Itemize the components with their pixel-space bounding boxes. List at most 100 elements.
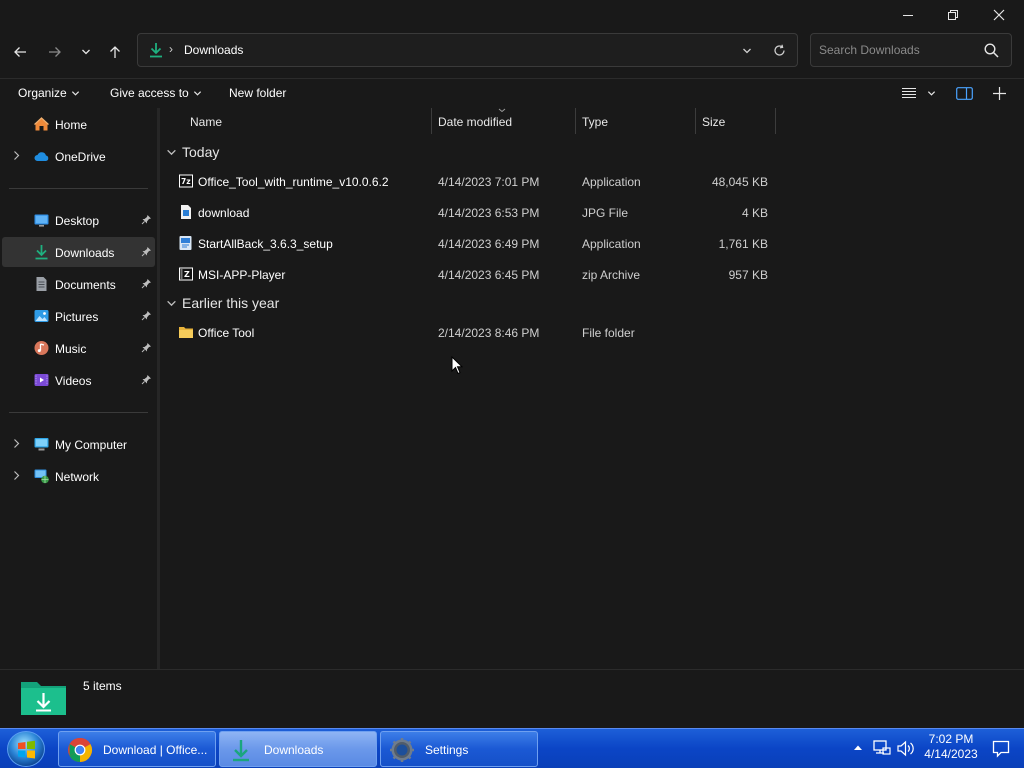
network-tray-icon[interactable] bbox=[873, 740, 891, 757]
minimize-button[interactable] bbox=[885, 0, 931, 30]
up-button[interactable] bbox=[101, 38, 129, 66]
file-name: Office_Tool_with_runtime_v10.0.6.2 bbox=[198, 175, 389, 189]
windows-logo-icon bbox=[18, 740, 35, 759]
clock[interactable]: 7:02 PM 4/14/2023 bbox=[920, 732, 982, 762]
file-date: 4/14/2023 7:01 PM bbox=[438, 175, 540, 189]
pin-icon[interactable] bbox=[141, 246, 152, 257]
sidebar-item-music[interactable]: Music bbox=[2, 333, 155, 363]
sidebar-item-documents[interactable]: Documents bbox=[2, 269, 155, 299]
recent-locations-button[interactable] bbox=[72, 38, 100, 66]
sidebar-item-label: Music bbox=[55, 342, 87, 356]
chevron-down-icon[interactable] bbox=[742, 46, 752, 56]
file-name: download bbox=[198, 206, 250, 220]
taskbar-button-chrome[interactable]: Download | Office... bbox=[58, 731, 216, 767]
volume-icon[interactable] bbox=[897, 740, 916, 757]
cloud-icon bbox=[34, 152, 49, 161]
chevron-right-icon[interactable] bbox=[12, 470, 21, 481]
sidebar-item-videos[interactable]: Videos bbox=[2, 365, 155, 395]
chevron-right-icon[interactable] bbox=[12, 150, 21, 161]
preview-pane-button[interactable] bbox=[956, 87, 973, 100]
column-divider[interactable] bbox=[775, 108, 776, 134]
sidebar-item-desktop[interactable]: Desktop bbox=[2, 205, 155, 235]
preview-pane-icon bbox=[956, 87, 973, 100]
start-button[interactable] bbox=[7, 731, 45, 767]
show-hidden-icons-icon[interactable] bbox=[853, 744, 863, 751]
file-type: JPG File bbox=[582, 206, 629, 220]
folder-icon bbox=[179, 327, 193, 338]
close-button[interactable] bbox=[976, 0, 1022, 30]
chevron-right-icon[interactable] bbox=[12, 438, 21, 449]
pin-icon[interactable] bbox=[141, 342, 152, 353]
taskbar-button-settings[interactable]: Settings bbox=[380, 731, 538, 767]
taskbar: Download | Office... Downloads Settings … bbox=[0, 728, 1024, 768]
column-header-type[interactable]: Type bbox=[582, 108, 694, 134]
sidebar-item-label: Pictures bbox=[55, 310, 99, 324]
pin-icon[interactable] bbox=[141, 278, 152, 289]
image-file-icon bbox=[181, 205, 191, 219]
file-row[interactable]: Office Tool 2/14/2023 8:46 PM File folde… bbox=[176, 318, 776, 346]
chrome-icon bbox=[68, 737, 93, 762]
group-label: Today bbox=[182, 144, 220, 160]
file-row[interactable]: 7z Office_Tool_with_runtime_v10.0.6.2 4/… bbox=[176, 167, 776, 195]
column-header-size[interactable]: Size bbox=[702, 108, 774, 134]
music-icon bbox=[34, 341, 49, 355]
column-divider[interactable] bbox=[695, 108, 696, 134]
network-icon bbox=[34, 469, 49, 484]
file-date: 4/14/2023 6:49 PM bbox=[438, 237, 540, 251]
column-header-name[interactable]: Name bbox=[190, 108, 430, 134]
give-access-button[interactable]: Give access to bbox=[110, 86, 202, 100]
title-bar bbox=[0, 0, 1024, 30]
computer-icon bbox=[34, 438, 49, 451]
sidebar-item-my-computer[interactable]: My Computer bbox=[2, 429, 155, 459]
sidebar-item-label: Network bbox=[55, 470, 100, 484]
sidebar-item-network[interactable]: Network bbox=[2, 461, 155, 491]
column-divider[interactable] bbox=[431, 108, 432, 134]
download-icon bbox=[150, 43, 162, 58]
column-header-date[interactable]: Date modified bbox=[438, 108, 574, 134]
sidebar-item-label: Downloads bbox=[55, 246, 115, 260]
file-type: File folder bbox=[582, 326, 635, 340]
column-date-label: Date modified bbox=[438, 115, 513, 129]
new-item-button[interactable] bbox=[992, 86, 1007, 101]
svg-text:7z: 7z bbox=[181, 177, 191, 186]
sidebar-item-pictures[interactable]: Pictures bbox=[2, 301, 155, 331]
view-options-button[interactable] bbox=[901, 87, 936, 99]
taskbar-button-downloads[interactable]: Downloads bbox=[219, 731, 377, 767]
organize-button[interactable]: Organize bbox=[18, 86, 80, 100]
sidebar-item-label: Documents bbox=[55, 278, 116, 292]
chevron-down-icon bbox=[82, 49, 90, 55]
chevron-down-icon bbox=[167, 149, 176, 155]
file-row[interactable]: download 4/14/2023 6:53 PM JPG File 4 KB bbox=[176, 198, 776, 226]
group-header-earlier-this-year[interactable]: Earlier this year bbox=[166, 295, 279, 311]
address-bar[interactable]: › Downloads bbox=[137, 33, 798, 67]
pin-icon[interactable] bbox=[141, 214, 152, 225]
chevron-down-icon bbox=[71, 90, 79, 96]
restore-button[interactable] bbox=[930, 0, 976, 30]
forward-button[interactable] bbox=[41, 38, 69, 66]
file-size: 1,761 KB bbox=[718, 237, 768, 251]
file-row[interactable]: StartAllBack_3.6.3_setup 4/14/2023 6:49 … bbox=[176, 229, 776, 257]
navigation-pane: Home OneDrive Desktop Downloads Document… bbox=[0, 108, 157, 669]
zip-archive-icon: Z bbox=[179, 267, 193, 281]
breadcrumb-downloads[interactable]: Downloads bbox=[184, 43, 243, 57]
arrow-right-icon bbox=[49, 47, 61, 57]
sidebar-item-downloads[interactable]: Downloads bbox=[2, 237, 155, 267]
new-folder-button[interactable]: New folder bbox=[229, 86, 286, 100]
back-button[interactable] bbox=[6, 38, 34, 66]
notification-icon[interactable] bbox=[992, 740, 1010, 758]
new-folder-label: New folder bbox=[229, 86, 287, 100]
list-view-icon bbox=[902, 87, 916, 99]
clock-date: 4/14/2023 bbox=[924, 747, 978, 761]
column-divider[interactable] bbox=[575, 108, 576, 134]
search-icon[interactable] bbox=[984, 43, 999, 58]
pin-icon[interactable] bbox=[141, 374, 152, 385]
sidebar-item-onedrive[interactable]: OneDrive bbox=[2, 141, 155, 171]
file-row[interactable]: Z MSI-APP-Player 4/14/2023 6:45 PM zip A… bbox=[176, 260, 776, 288]
pin-icon[interactable] bbox=[141, 310, 152, 321]
group-header-today[interactable]: Today bbox=[166, 144, 219, 160]
column-name-label: Name bbox=[190, 115, 223, 129]
sidebar-item-home[interactable]: Home bbox=[2, 109, 155, 139]
search-input[interactable]: Search Downloads bbox=[810, 33, 1012, 67]
document-icon bbox=[36, 277, 47, 291]
refresh-icon[interactable] bbox=[773, 44, 786, 57]
